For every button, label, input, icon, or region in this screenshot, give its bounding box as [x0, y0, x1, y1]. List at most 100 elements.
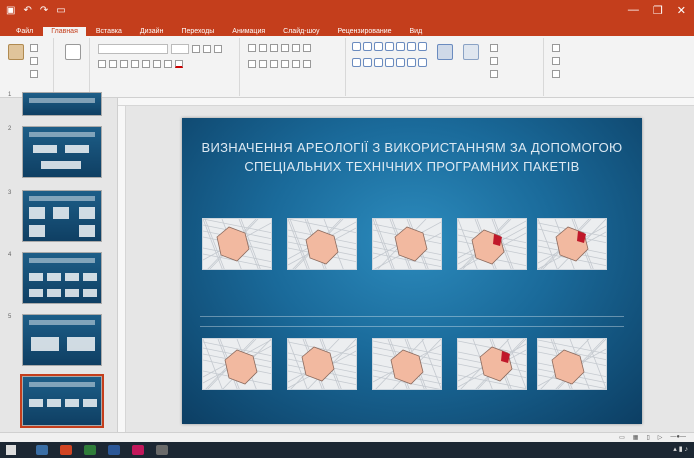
slide-thumbnail-6[interactable]: [20, 374, 104, 428]
tab-review[interactable]: Рецензирование: [329, 27, 399, 36]
tab-slideshow[interactable]: Слайд-шоу: [275, 27, 327, 36]
tab-transitions[interactable]: Переходы: [173, 27, 222, 36]
taskbar-apps: [36, 445, 168, 455]
thumbnail-number: 2: [8, 126, 12, 132]
slide-canvas[interactable]: ВИЗНАЧЕННЯ АРЕОЛОГІЇ З ВИКОРИСТАННЯМ ЗА …: [182, 118, 642, 424]
change-case-icon[interactable]: [164, 60, 172, 68]
map-tile[interactable]: [537, 218, 607, 270]
excel-icon[interactable]: [84, 445, 96, 455]
font-name-select[interactable]: [98, 44, 168, 54]
increase-indent-icon[interactable]: [281, 44, 289, 52]
cut-icon[interactable]: [30, 44, 38, 52]
new-slide-button[interactable]: [62, 44, 84, 74]
tab-design[interactable]: Дизайн: [132, 27, 172, 36]
smartart-icon[interactable]: [303, 60, 311, 68]
tab-insert[interactable]: Вставка: [88, 27, 130, 36]
paste-button[interactable]: [5, 44, 27, 74]
numbering-icon[interactable]: [259, 44, 267, 52]
windows-start-icon[interactable]: [6, 445, 16, 455]
map-tile[interactable]: [457, 338, 527, 390]
reading-view-icon[interactable]: ▯: [646, 434, 649, 441]
italic-icon[interactable]: [109, 60, 117, 68]
bullets-icon[interactable]: [248, 44, 256, 52]
map-graphic: [373, 339, 441, 389]
align-center-icon[interactable]: [259, 60, 267, 68]
undo-icon[interactable]: ↶: [23, 5, 31, 16]
map-graphic: [458, 219, 526, 269]
strikethrough-icon[interactable]: [131, 60, 139, 68]
text-direction-icon[interactable]: [303, 44, 311, 52]
minimize-button[interactable]: —: [628, 4, 639, 17]
shape-outline-icon[interactable]: [490, 57, 498, 65]
align-right-icon[interactable]: [270, 60, 278, 68]
shapes-gallery[interactable]: [352, 42, 427, 72]
map-tile[interactable]: [457, 218, 527, 270]
underline-icon[interactable]: [120, 60, 128, 68]
map-tile[interactable]: [202, 218, 272, 270]
word-icon[interactable]: [108, 445, 120, 455]
thumbnail-number: 4: [8, 252, 12, 258]
app-icon[interactable]: [156, 445, 168, 455]
redo-icon[interactable]: ↷: [40, 5, 48, 16]
map-graphic: [538, 339, 606, 389]
slide-thumbnail-2[interactable]: [22, 126, 102, 178]
decrease-indent-icon[interactable]: [270, 44, 278, 52]
tab-animations[interactable]: Анимация: [224, 27, 273, 36]
slide-thumbnail-1[interactable]: [22, 92, 102, 116]
slide-thumbnail-4[interactable]: [22, 252, 102, 304]
present-icon[interactable]: ▭: [56, 5, 65, 16]
char-spacing-icon[interactable]: [153, 60, 161, 68]
quick-access-toolbar: ▣ ↶ ↷ ▭: [6, 5, 66, 16]
font-size-select[interactable]: [171, 44, 189, 54]
bold-icon[interactable]: [98, 60, 106, 68]
arrange-button[interactable]: [434, 44, 456, 74]
slide-title[interactable]: ВИЗНАЧЕННЯ АРЕОЛОГІЇ З ВИКОРИСТАННЯМ ЗА …: [198, 138, 626, 176]
map-tile[interactable]: [202, 338, 272, 390]
map-tile[interactable]: [287, 218, 357, 270]
sorter-view-icon[interactable]: ▦: [633, 434, 639, 441]
shape-effects-icon[interactable]: [490, 70, 498, 78]
select-icon[interactable]: [552, 70, 560, 78]
format-painter-icon[interactable]: [30, 70, 38, 78]
font-color-icon[interactable]: [175, 60, 183, 68]
tab-file[interactable]: Файл: [8, 27, 41, 36]
find-icon[interactable]: [552, 44, 560, 52]
shape-fill-icon[interactable]: [490, 44, 498, 52]
quick-styles-button[interactable]: [460, 44, 482, 74]
save-icon[interactable]: ▣: [6, 5, 15, 16]
line-spacing-icon[interactable]: [292, 44, 300, 52]
columns-icon[interactable]: [292, 60, 300, 68]
justify-icon[interactable]: [281, 60, 289, 68]
slideshow-view-icon[interactable]: ▷: [658, 434, 663, 441]
map-graphic: [538, 219, 606, 269]
clipboard-group: [2, 38, 54, 96]
slides-group: [56, 38, 90, 96]
tab-home[interactable]: Главная: [43, 27, 86, 36]
paragraph-group: [242, 38, 346, 96]
window-controls: — ❐ ✕: [628, 4, 686, 17]
browser-icon[interactable]: [132, 445, 144, 455]
maximize-button[interactable]: ❐: [653, 4, 663, 17]
map-graphic: [373, 219, 441, 269]
status-bar: ▭ ▦ ▯ ▷ —●—: [0, 432, 694, 442]
map-tile[interactable]: [372, 218, 442, 270]
shadow-icon[interactable]: [142, 60, 150, 68]
copy-icon[interactable]: [30, 57, 38, 65]
tab-view[interactable]: Вид: [402, 27, 431, 36]
map-tile[interactable]: [537, 338, 607, 390]
ribbon-tabs: Файл Главная Вставка Дизайн Переходы Ани…: [0, 22, 694, 36]
explorer-icon[interactable]: [36, 445, 48, 455]
slide-thumbnail-5[interactable]: [22, 314, 102, 366]
shrink-font-icon[interactable]: [203, 45, 211, 53]
powerpoint-icon[interactable]: [60, 445, 72, 455]
map-tile[interactable]: [287, 338, 357, 390]
zoom-slider[interactable]: —●—: [670, 434, 686, 441]
normal-view-icon[interactable]: ▭: [619, 434, 625, 441]
clear-format-icon[interactable]: [214, 45, 222, 53]
map-tile[interactable]: [372, 338, 442, 390]
replace-icon[interactable]: [552, 57, 560, 65]
close-button[interactable]: ✕: [677, 4, 686, 17]
grow-font-icon[interactable]: [192, 45, 200, 53]
align-left-icon[interactable]: [248, 60, 256, 68]
slide-thumbnail-3[interactable]: [22, 190, 102, 242]
